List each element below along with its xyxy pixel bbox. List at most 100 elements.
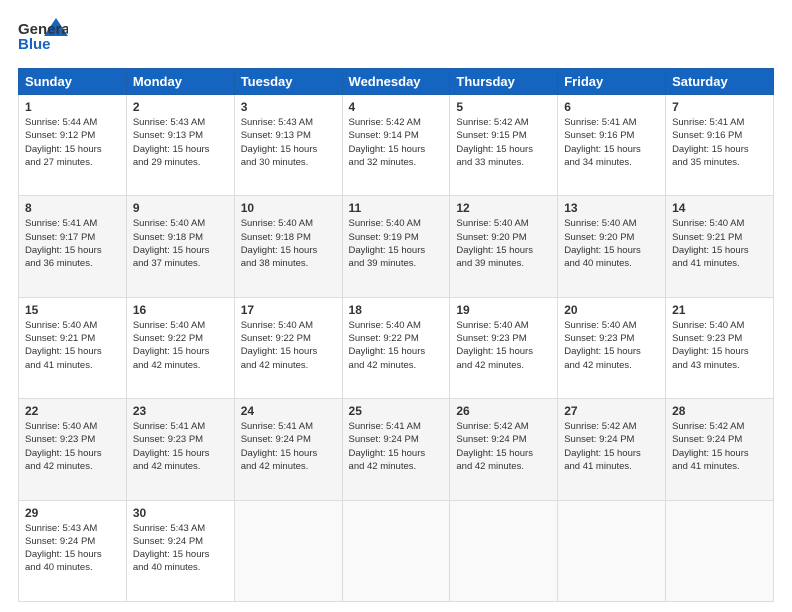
day-number: 30	[133, 506, 228, 520]
day-number: 25	[349, 404, 444, 418]
day-info: Sunrise: 5:40 AMSunset: 9:18 PMDaylight:…	[133, 217, 228, 270]
day-info: Sunrise: 5:42 AMSunset: 9:14 PMDaylight:…	[349, 116, 444, 169]
table-row	[450, 500, 558, 601]
day-number: 2	[133, 100, 228, 114]
table-row	[666, 500, 774, 601]
table-row: 10 Sunrise: 5:40 AMSunset: 9:18 PMDayligh…	[234, 196, 342, 297]
table-row: 12 Sunrise: 5:40 AMSunset: 9:20 PMDayligh…	[450, 196, 558, 297]
day-info: Sunrise: 5:40 AMSunset: 9:21 PMDaylight:…	[672, 217, 767, 270]
day-info: Sunrise: 5:40 AMSunset: 9:18 PMDaylight:…	[241, 217, 336, 270]
day-info: Sunrise: 5:43 AMSunset: 9:13 PMDaylight:…	[241, 116, 336, 169]
day-number: 10	[241, 201, 336, 215]
day-info: Sunrise: 5:40 AMSunset: 9:20 PMDaylight:…	[564, 217, 659, 270]
day-number: 14	[672, 201, 767, 215]
table-row	[558, 500, 666, 601]
table-row: 11 Sunrise: 5:40 AMSunset: 9:19 PMDayligh…	[342, 196, 450, 297]
table-row: 15Sunrise: 5:40 AMSunset: 9:21 PMDayligh…	[19, 297, 127, 398]
table-row	[342, 500, 450, 601]
weekday-header-thursday: Thursday	[450, 69, 558, 95]
day-number: 23	[133, 404, 228, 418]
day-number: 15	[25, 303, 120, 317]
table-row: 24 Sunrise: 5:41 AMSunset: 9:24 PMDayligh…	[234, 399, 342, 500]
day-number: 20	[564, 303, 659, 317]
day-number: 12	[456, 201, 551, 215]
day-number: 3	[241, 100, 336, 114]
day-info: Sunrise: 5:40 AMSunset: 9:22 PMDaylight:…	[133, 319, 228, 372]
day-number: 7	[672, 100, 767, 114]
day-info: Sunrise: 5:40 AMSunset: 9:22 PMDaylight:…	[349, 319, 444, 372]
day-info: Sunrise: 5:43 AMSunset: 9:24 PMDaylight:…	[133, 522, 228, 575]
table-row: 14 Sunrise: 5:40 AMSunset: 9:21 PMDayligh…	[666, 196, 774, 297]
table-row: 4 Sunrise: 5:42 AMSunset: 9:14 PMDaylight…	[342, 95, 450, 196]
day-number: 17	[241, 303, 336, 317]
day-info: Sunrise: 5:42 AMSunset: 9:24 PMDaylight:…	[564, 420, 659, 473]
weekday-header-monday: Monday	[126, 69, 234, 95]
day-info: Sunrise: 5:42 AMSunset: 9:15 PMDaylight:…	[456, 116, 551, 169]
day-info: Sunrise: 5:40 AMSunset: 9:23 PMDaylight:…	[672, 319, 767, 372]
table-row: 6 Sunrise: 5:41 AMSunset: 9:16 PMDaylight…	[558, 95, 666, 196]
table-row: 19 Sunrise: 5:40 AMSunset: 9:23 PMDayligh…	[450, 297, 558, 398]
day-info: Sunrise: 5:41 AMSunset: 9:17 PMDaylight:…	[25, 217, 120, 270]
table-row: 9 Sunrise: 5:40 AMSunset: 9:18 PMDaylight…	[126, 196, 234, 297]
table-row: 7 Sunrise: 5:41 AMSunset: 9:16 PMDaylight…	[666, 95, 774, 196]
table-row: 8 Sunrise: 5:41 AMSunset: 9:17 PMDaylight…	[19, 196, 127, 297]
day-info: Sunrise: 5:41 AMSunset: 9:16 PMDaylight:…	[564, 116, 659, 169]
day-info: Sunrise: 5:41 AMSunset: 9:16 PMDaylight:…	[672, 116, 767, 169]
header: GeneralBlue	[18, 18, 774, 58]
day-number: 11	[349, 201, 444, 215]
table-row	[234, 500, 342, 601]
page: GeneralBlue SundayMondayTuesdayWednesday…	[0, 0, 792, 612]
table-row: 27 Sunrise: 5:42 AMSunset: 9:24 PMDayligh…	[558, 399, 666, 500]
day-number: 6	[564, 100, 659, 114]
table-row: 26 Sunrise: 5:42 AMSunset: 9:24 PMDayligh…	[450, 399, 558, 500]
day-number: 27	[564, 404, 659, 418]
day-number: 26	[456, 404, 551, 418]
day-number: 19	[456, 303, 551, 317]
table-row: 21 Sunrise: 5:40 AMSunset: 9:23 PMDayligh…	[666, 297, 774, 398]
day-info: Sunrise: 5:40 AMSunset: 9:23 PMDaylight:…	[25, 420, 120, 473]
table-row: 23 Sunrise: 5:41 AMSunset: 9:23 PMDayligh…	[126, 399, 234, 500]
table-row: 25 Sunrise: 5:41 AMSunset: 9:24 PMDayligh…	[342, 399, 450, 500]
day-info: Sunrise: 5:42 AMSunset: 9:24 PMDaylight:…	[672, 420, 767, 473]
table-row: 18 Sunrise: 5:40 AMSunset: 9:22 PMDayligh…	[342, 297, 450, 398]
table-row: 22 Sunrise: 5:40 AMSunset: 9:23 PMDayligh…	[19, 399, 127, 500]
day-info: Sunrise: 5:40 AMSunset: 9:20 PMDaylight:…	[456, 217, 551, 270]
day-info: Sunrise: 5:41 AMSunset: 9:23 PMDaylight:…	[133, 420, 228, 473]
day-info: Sunrise: 5:40 AMSunset: 9:19 PMDaylight:…	[349, 217, 444, 270]
table-row: 16 Sunrise: 5:40 AMSunset: 9:22 PMDayligh…	[126, 297, 234, 398]
svg-text:Blue: Blue	[18, 36, 51, 53]
day-number: 24	[241, 404, 336, 418]
day-number: 4	[349, 100, 444, 114]
day-number: 1	[25, 100, 120, 114]
day-info: Sunrise: 5:40 AMSunset: 9:22 PMDaylight:…	[241, 319, 336, 372]
weekday-header-friday: Friday	[558, 69, 666, 95]
day-number: 9	[133, 201, 228, 215]
weekday-header-tuesday: Tuesday	[234, 69, 342, 95]
weekday-header-wednesday: Wednesday	[342, 69, 450, 95]
day-number: 16	[133, 303, 228, 317]
day-info: Sunrise: 5:42 AMSunset: 9:24 PMDaylight:…	[456, 420, 551, 473]
day-info: Sunrise: 5:41 AMSunset: 9:24 PMDaylight:…	[349, 420, 444, 473]
weekday-header-sunday: Sunday	[19, 69, 127, 95]
day-info: Sunrise: 5:43 AMSunset: 9:24 PMDaylight:…	[25, 522, 120, 575]
table-row: 5Sunrise: 5:42 AMSunset: 9:15 PMDaylight…	[450, 95, 558, 196]
day-number: 29	[25, 506, 120, 520]
logo: GeneralBlue	[18, 18, 68, 58]
day-info: Sunrise: 5:40 AMSunset: 9:23 PMDaylight:…	[456, 319, 551, 372]
day-number: 22	[25, 404, 120, 418]
table-row: 29 Sunrise: 5:43 AMSunset: 9:24 PMDayligh…	[19, 500, 127, 601]
weekday-header-saturday: Saturday	[666, 69, 774, 95]
table-row: 13 Sunrise: 5:40 AMSunset: 9:20 PMDayligh…	[558, 196, 666, 297]
day-number: 13	[564, 201, 659, 215]
table-row: 2 Sunrise: 5:43 AMSunset: 9:13 PMDaylight…	[126, 95, 234, 196]
day-info: Sunrise: 5:40 AMSunset: 9:23 PMDaylight:…	[564, 319, 659, 372]
table-row: 30 Sunrise: 5:43 AMSunset: 9:24 PMDayligh…	[126, 500, 234, 601]
day-number: 21	[672, 303, 767, 317]
day-number: 18	[349, 303, 444, 317]
day-number: 28	[672, 404, 767, 418]
day-info: Sunrise: 5:43 AMSunset: 9:13 PMDaylight:…	[133, 116, 228, 169]
day-number: 8	[25, 201, 120, 215]
calendar-table: SundayMondayTuesdayWednesdayThursdayFrid…	[18, 68, 774, 602]
day-info: Sunrise: 5:41 AMSunset: 9:24 PMDaylight:…	[241, 420, 336, 473]
table-row: 17 Sunrise: 5:40 AMSunset: 9:22 PMDayligh…	[234, 297, 342, 398]
